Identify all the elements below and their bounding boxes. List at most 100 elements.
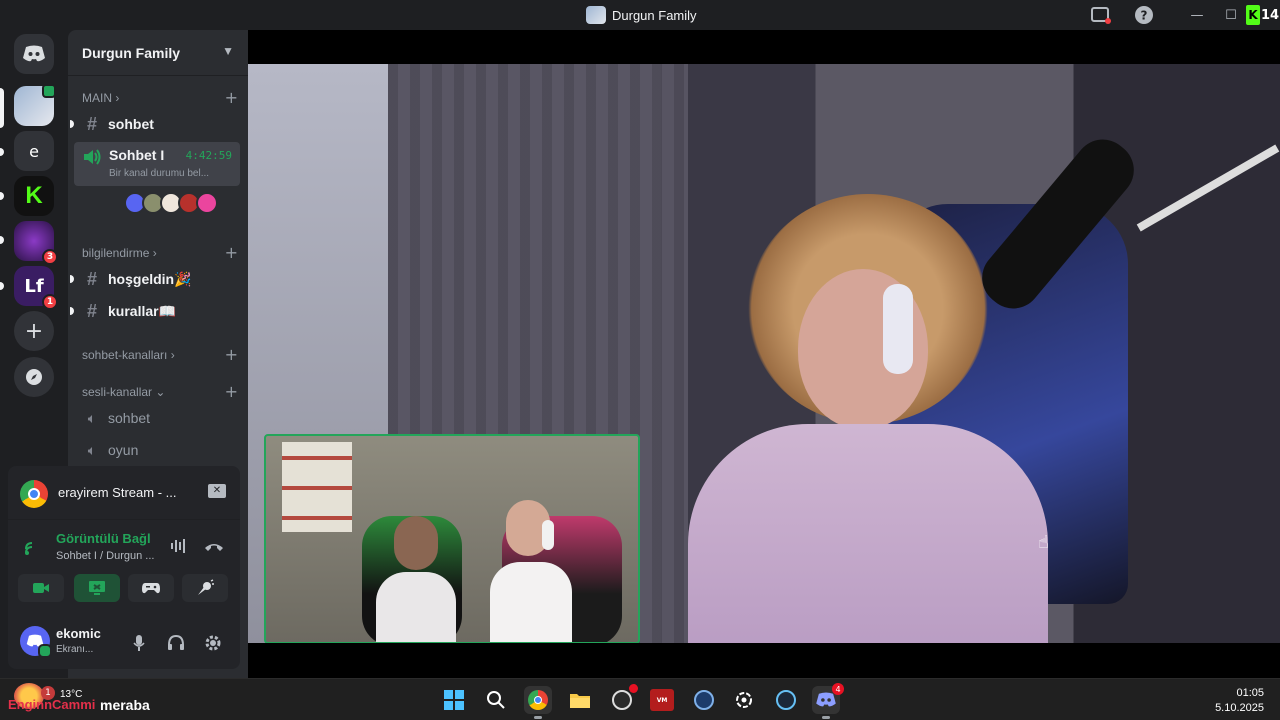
maximize-button[interactable]: ☐ <box>1222 5 1240 25</box>
voice-speaker-icon <box>82 148 102 170</box>
inbox-icon[interactable] <box>1090 5 1112 25</box>
steam-button[interactable] <box>772 686 800 714</box>
add-channel-icon[interactable]: + <box>225 88 238 107</box>
stop-watching-icon[interactable]: ✕ <box>208 484 226 498</box>
speaker-icon: 🔈︎ <box>87 409 97 426</box>
microphone-icon[interactable] <box>128 632 150 654</box>
category-sohbet-kanallari[interactable]: sohbet-kanalları › <box>82 348 175 362</box>
voice-channel-name: Sohbet I <box>109 147 165 163</box>
voice-status[interactable]: Bir kanal durumu bel... <box>109 168 225 179</box>
kick-tray-icon[interactable]: K <box>1246 5 1260 25</box>
connection-signal-icon[interactable] <box>24 539 42 559</box>
voice-channel-sohbet[interactable]: 🔈︎ sohbet <box>76 404 240 432</box>
unread-pill <box>0 282 4 290</box>
chrome-taskbar-button[interactable] <box>524 686 552 719</box>
chat-overlay-message: meraba <box>100 697 150 713</box>
steam-icon <box>776 690 796 710</box>
noise-suppression-icon[interactable] <box>170 538 188 558</box>
mention-badge: 3 <box>42 249 58 265</box>
guild-name: Durgun Family <box>82 44 181 61</box>
main-stream-video[interactable]: ☝ <box>248 64 1280 643</box>
category-bilgilendirme[interactable]: bilgilendirme › <box>82 246 157 260</box>
voice-channel-oyun[interactable]: 🔈︎ oyun <box>76 436 240 464</box>
channel-kurallar[interactable]: # kurallar📖 <box>70 297 240 325</box>
category-sesli-kanallar[interactable]: sesli-kanallar ⌄ <box>82 385 165 399</box>
app-button[interactable] <box>690 686 718 714</box>
channel-hosgeldin[interactable]: # hoşgeldin🎉 <box>70 265 240 293</box>
connection-location[interactable]: Sohbet I / Durgun ... <box>56 550 154 562</box>
add-channel-icon[interactable]: + <box>225 243 238 262</box>
chatgpt-button[interactable] <box>730 686 758 714</box>
selected-server-pill <box>0 88 4 128</box>
user-avatar[interactable] <box>20 626 52 658</box>
unread-indicator <box>70 120 74 128</box>
hash-icon: # <box>86 268 97 289</box>
active-voice-channel[interactable]: Sohbet I 4:42:59 Bir kanal durumu bel... <box>74 142 240 186</box>
headphones-icon[interactable] <box>165 632 187 654</box>
category-label: bilgilendirme <box>82 246 150 260</box>
gamepad-icon <box>142 583 160 594</box>
channel-label: sohbet <box>108 116 154 132</box>
obs-button[interactable] <box>608 684 638 714</box>
server-dragon[interactable]: 3 <box>14 221 58 265</box>
start-button[interactable] <box>440 686 468 714</box>
windows-icon <box>444 690 464 710</box>
unread-indicator <box>70 275 74 283</box>
chrome-icon <box>20 480 48 508</box>
unread-pill <box>0 192 4 200</box>
add-channel-icon[interactable]: + <box>225 382 238 401</box>
obs-icon <box>612 690 632 710</box>
speaker-icon: 🔈︎ <box>87 441 97 458</box>
add-server-button[interactable]: + <box>14 311 54 351</box>
search-icon <box>487 691 505 709</box>
server-durgun-family[interactable] <box>14 84 56 126</box>
discover-button[interactable] <box>14 357 54 397</box>
pip-person-man <box>376 516 456 642</box>
folder-icon <box>570 694 590 708</box>
channel-label: oyun <box>108 442 139 458</box>
add-channel-icon[interactable]: + <box>225 345 238 364</box>
file-explorer-button[interactable] <box>566 686 594 714</box>
screen-share-button[interactable] <box>74 574 120 602</box>
server-kick[interactable]: K <box>14 176 54 216</box>
category-label: sesli-kanallar <box>82 385 153 399</box>
user-name[interactable]: ekomic <box>56 626 101 641</box>
streamer-watermark: EnginnCammi <box>8 697 96 712</box>
avatar[interactable] <box>196 192 218 214</box>
help-icon[interactable]: ? <box>1133 5 1155 25</box>
server-e[interactable]: e <box>14 131 54 171</box>
stream-preview-row[interactable]: erayirem Stream - ... ✕ <box>8 466 240 520</box>
channel-label: sohbet <box>108 410 151 426</box>
channel-sohbet[interactable]: # sohbet <box>70 110 240 138</box>
server-lf-letters: Lf <box>24 275 44 297</box>
title-bar: Durgun Family ? — ☐ K 14 <box>0 0 1280 30</box>
camera-button[interactable] <box>18 574 64 602</box>
unread-indicator <box>70 307 74 315</box>
category-label: sohbet-kanalları <box>82 348 168 362</box>
search-button[interactable] <box>482 686 510 714</box>
minimize-button[interactable]: — <box>1188 5 1206 25</box>
picture-in-picture-video[interactable] <box>264 434 640 643</box>
server-lf[interactable]: Lf 1 <box>14 266 58 310</box>
system-clock[interactable]: 01:05 5.10.2025 <box>1215 686 1264 716</box>
direct-messages-button[interactable] <box>14 34 54 74</box>
compass-icon <box>26 369 42 385</box>
hand-cursor-icon: ☝ <box>1038 532 1049 553</box>
voice-participants <box>124 192 218 214</box>
pip-bookshelf <box>282 442 352 532</box>
discord-logo-icon <box>26 634 44 647</box>
app-circle-icon <box>694 690 714 710</box>
window-title: Durgun Family <box>586 6 697 24</box>
unread-pill <box>0 148 4 156</box>
voicemeeter-button[interactable]: VM <box>648 686 676 714</box>
discord-taskbar-button[interactable]: 4 <box>812 683 844 719</box>
activity-button[interactable] <box>128 574 174 602</box>
guild-header[interactable]: Durgun Family ▼ <box>68 30 248 76</box>
gear-icon[interactable] <box>202 632 224 654</box>
category-main[interactable]: MAIN › <box>82 91 119 105</box>
soundboard-icon <box>198 579 214 595</box>
soundboard-button[interactable] <box>182 574 228 602</box>
disconnect-icon[interactable] <box>204 538 224 556</box>
guild-icon <box>586 6 606 24</box>
channel-label: hoşgeldin🎉 <box>108 270 192 287</box>
